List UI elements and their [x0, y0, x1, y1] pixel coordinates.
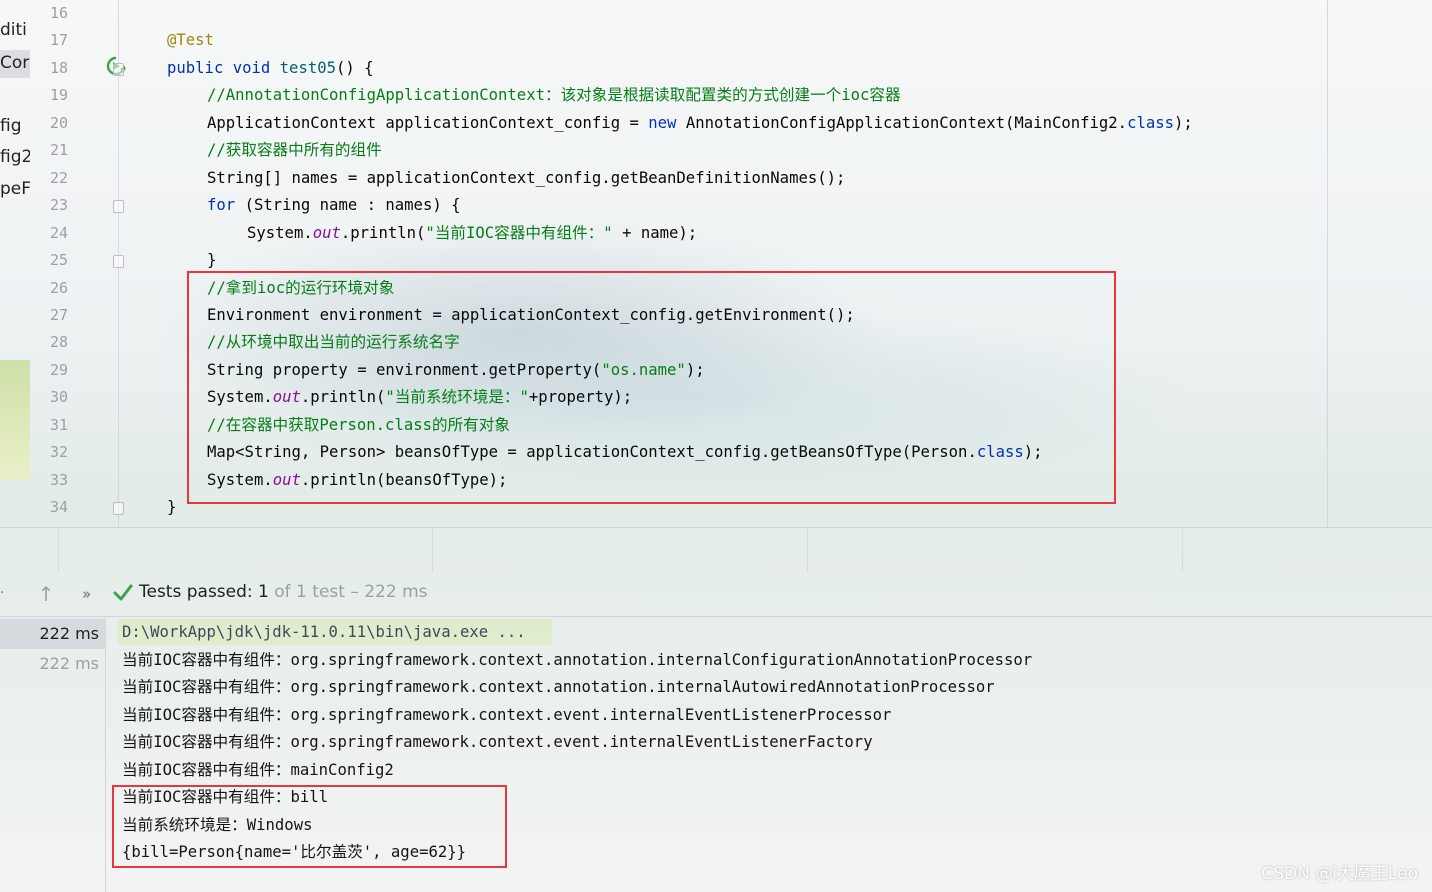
line-number[interactable]: 29	[42, 357, 68, 384]
test-runner-toolbar: · ↑ » Tests passed: 1 of 1 test – 222 ms	[0, 571, 1432, 617]
code-token: ApplicationContext applicationContext_co…	[207, 113, 649, 132]
toolbar-dot: ·	[0, 585, 5, 601]
code-line[interactable]: }	[167, 494, 176, 521]
code-token: new	[648, 113, 686, 132]
code-token: //获取容器中所有的组件	[207, 141, 382, 160]
check-icon	[113, 584, 133, 601]
code-token: //AnnotationConfigApplicationContext：该对象…	[207, 86, 901, 105]
fold-marker-icon[interactable]	[113, 200, 124, 214]
fold-marker-icon[interactable]	[113, 62, 124, 76]
code-token: .println(	[340, 223, 426, 242]
console-command-line: D:\WorkApp\jdk\jdk-11.0.11\bin\java.exe …	[122, 623, 526, 641]
code-line[interactable]: }	[207, 247, 216, 274]
line-number[interactable]: 21	[42, 137, 68, 164]
project-tree-item[interactable]: diti	[0, 20, 30, 40]
test-status-strong: Tests passed: 1	[139, 582, 269, 602]
code-line[interactable]: public void test05() {	[167, 55, 374, 82]
code-token: test05	[279, 58, 337, 77]
code-token: System.	[247, 223, 313, 242]
line-number[interactable]: 26	[42, 275, 68, 302]
line-number[interactable]: 30	[42, 384, 68, 411]
line-number[interactable]: 19	[42, 82, 68, 109]
code-line[interactable]: //AnnotationConfigApplicationContext：该对象…	[207, 82, 901, 109]
highlight-box-console	[112, 785, 507, 868]
code-line[interactable]: String[] names = applicationContext_conf…	[207, 165, 845, 192]
line-number[interactable]: 32	[42, 439, 68, 466]
project-tree-strip[interactable]: diti Cor fig fig2 peF	[0, 0, 30, 527]
fold-marker-icon[interactable]	[113, 502, 124, 516]
editor-gutter[interactable]: 16 17 18 19 20 21 22 23 24 25 26 27 28 29 30 31 32 33 34	[30, 0, 126, 527]
test-status: Tests passed: 1 of 1 test – 222 ms	[139, 580, 428, 604]
line-number[interactable]: 31	[42, 412, 68, 439]
code-token: (String name : names) {	[244, 196, 461, 215]
line-number[interactable]: 22	[42, 165, 68, 192]
code-token: AnnotationConfigApplicationContext(MainC…	[685, 113, 1128, 132]
console-line: 当前IOC容器中有组件：mainConfig2	[122, 760, 394, 779]
code-token: "当前IOC容器中有组件："	[425, 223, 613, 242]
line-number[interactable]: 16	[42, 0, 68, 27]
code-token: () {	[336, 58, 374, 77]
test-results-tree[interactable]: 222 ms 222 ms	[0, 617, 106, 892]
test-tree-row[interactable]: 222 ms	[0, 649, 105, 679]
project-tree-item[interactable]: Cor	[0, 53, 30, 73]
code-token: );	[1174, 113, 1193, 132]
watermark: CSDN @i大魔王Leo	[1261, 864, 1418, 884]
line-number[interactable]: 25	[42, 247, 68, 274]
code-token: void	[232, 58, 280, 77]
console-line: 当前IOC容器中有组件：org.springframework.context.…	[122, 705, 892, 724]
editor-right-margin	[1327, 0, 1328, 527]
code-token: + name);	[612, 223, 698, 242]
project-tree-item[interactable]: fig2	[0, 147, 30, 167]
code-token: for	[207, 196, 245, 215]
console-line: 当前IOC容器中有组件：org.springframework.context.…	[122, 678, 995, 696]
code-token: }	[207, 251, 217, 270]
line-number[interactable]: 17	[42, 27, 68, 54]
console-line: 当前IOC容器中有组件：org.springframework.context.…	[122, 650, 1033, 669]
test-tree-row[interactable]: 222 ms	[0, 619, 105, 649]
code-line[interactable]: //获取容器中所有的组件	[207, 137, 382, 164]
project-tree-item[interactable]: peF	[0, 179, 30, 199]
line-number[interactable]: 18	[42, 55, 68, 82]
line-number[interactable]: 20	[42, 110, 68, 137]
line-number[interactable]: 27	[42, 302, 68, 329]
code-token: public	[167, 58, 233, 77]
code-line[interactable]: ApplicationContext applicationContext_co…	[207, 110, 1193, 137]
panel-splitter[interactable]	[0, 527, 1432, 572]
code-line[interactable]: System.out.println("当前IOC容器中有组件：" + name…	[247, 220, 697, 247]
highlight-box-code	[187, 271, 1116, 504]
code-token: String[] names = applicationContext_conf…	[207, 168, 846, 187]
more-icon[interactable]: »	[82, 583, 91, 605]
console-line: 当前IOC容器中有组件：org.springframework.context.…	[122, 733, 873, 751]
line-number[interactable]: 34	[42, 494, 68, 521]
line-number[interactable]: 24	[42, 220, 68, 247]
project-tree-item[interactable]: fig	[0, 116, 30, 136]
line-number[interactable]: 28	[42, 329, 68, 356]
code-line[interactable]: @Test	[167, 27, 214, 54]
test-status-detail: of 1 test – 222 ms	[268, 582, 428, 602]
arrow-up-icon[interactable]: ↑	[36, 583, 56, 605]
code-token: @Test	[167, 31, 214, 50]
line-number[interactable]: 23	[42, 192, 68, 219]
code-line[interactable]: for (String name : names) {	[207, 192, 461, 219]
fold-marker-icon[interactable]	[113, 255, 124, 269]
line-number[interactable]: 33	[42, 467, 68, 494]
code-token: }	[167, 498, 177, 517]
code-token: class	[1127, 113, 1175, 132]
code-token: out	[312, 223, 341, 242]
